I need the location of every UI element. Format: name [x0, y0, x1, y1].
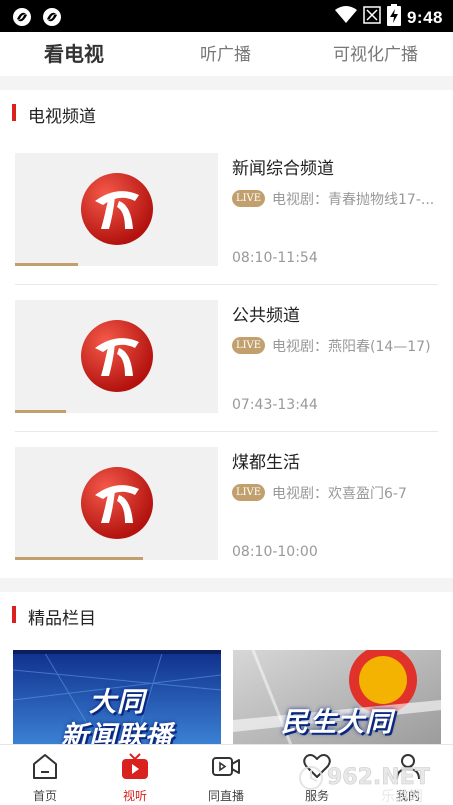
clock: 9:48: [406, 7, 443, 27]
station-logo: [79, 318, 155, 394]
live-badge: LIVE: [232, 190, 265, 207]
featured-title: 民生大同: [281, 707, 393, 738]
nav-label: 视听: [122, 789, 147, 803]
playback-progress: [15, 263, 78, 266]
nav-audiovisual[interactable]: 视听: [90, 745, 180, 805]
station-logo: [79, 171, 155, 247]
section-accent-bar: [12, 606, 16, 623]
playback-progress: [15, 557, 143, 560]
station-logo: [79, 465, 155, 541]
playback-progress: [15, 410, 66, 413]
channel-name: 公共频道: [232, 306, 300, 326]
featured-card-livelihood[interactable]: 民生大同: [233, 650, 441, 750]
video-camera-icon: [211, 751, 241, 781]
nav-label: 首页: [32, 789, 57, 803]
section-separator: [0, 578, 453, 592]
tab-watch-tv[interactable]: 看电视: [44, 38, 104, 67]
battery-charging-icon: [386, 4, 401, 31]
live-badge: LIVE: [232, 337, 265, 354]
status-bar: 9:48: [0, 0, 453, 32]
tab-listen-radio[interactable]: 听广播: [200, 40, 251, 65]
current-program: 电视剧：欢喜盈门6-7: [272, 486, 407, 502]
no-signal-icon: [363, 6, 381, 29]
current-program: 电视剧：燕阳春(14—17): [272, 339, 431, 355]
channel-list: 新闻综合频道 LIVE 电视剧：青春抛物线17-... 08:10-11:54 …: [0, 138, 453, 578]
nav-label: 同直播: [207, 789, 244, 803]
watermark-text: 962.NET: [327, 765, 430, 790]
featured-section-header: 精品栏目: [0, 592, 453, 638]
channel-item[interactable]: 公共频道 LIVE 电视剧：燕阳春(14—17) 07:43-13:44: [0, 285, 453, 431]
section-separator: [0, 76, 453, 90]
channel-thumbnail[interactable]: [15, 447, 218, 560]
featured-card-news[interactable]: 大同 新闻联播: [13, 650, 221, 750]
nav-live[interactable]: 同直播: [181, 745, 271, 805]
home-icon: [30, 751, 60, 781]
channel-item[interactable]: 煤都生活 LIVE 电视剧：欢喜盈门6-7 08:10-10:00: [0, 432, 453, 578]
section-title: 电视频道: [28, 107, 96, 127]
site-watermark: 962.NET 乐游网: [297, 748, 447, 805]
section-accent-bar: [12, 104, 16, 121]
tv-play-icon: [120, 751, 150, 781]
tv-section-header: 电视频道: [0, 90, 453, 136]
tab-visual-radio[interactable]: 可视化广播: [333, 40, 418, 65]
live-badge: LIVE: [232, 484, 265, 501]
app-notification-icon: [12, 7, 32, 27]
watermark-subtext: 乐游网: [381, 789, 423, 804]
channel-item[interactable]: 新闻综合频道 LIVE 电视剧：青春抛物线17-... 08:10-11:54: [0, 138, 453, 284]
program-time: 08:10-11:54: [232, 250, 318, 266]
nav-home[interactable]: 首页: [0, 745, 90, 805]
section-title: 精品栏目: [28, 609, 96, 629]
wifi-icon: [334, 6, 357, 29]
program-time: 07:43-13:44: [232, 397, 318, 413]
current-program: 电视剧：青春抛物线17-...: [272, 192, 435, 208]
channel-name: 煤都生活: [232, 453, 300, 473]
top-tab-bar: 看电视 听广播 可视化广播: [0, 32, 453, 76]
channel-name: 新闻综合频道: [232, 159, 334, 179]
program-time: 08:10-10:00: [232, 544, 318, 560]
featured-programs: 大同 新闻联播 民生大同: [0, 650, 453, 750]
channel-thumbnail[interactable]: [15, 300, 218, 413]
channel-thumbnail[interactable]: [15, 153, 218, 266]
app-notification-icon: [42, 7, 62, 27]
